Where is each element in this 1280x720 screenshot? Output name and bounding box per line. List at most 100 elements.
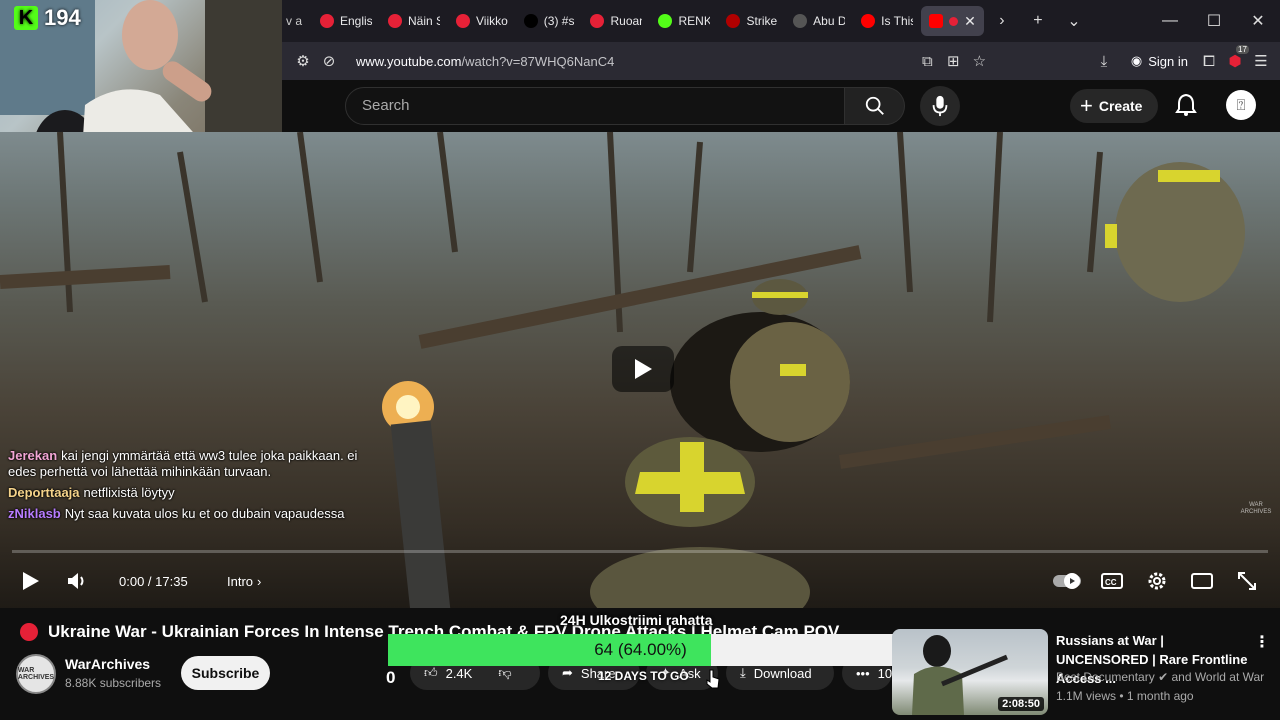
browser-tab[interactable]: Ruoan [582, 6, 650, 36]
browser-tab[interactable]: English [312, 6, 380, 36]
browser-tab-active[interactable]: ✕ [921, 6, 984, 36]
browser-tab[interactable]: Strike [718, 6, 785, 36]
chapter-label: Intro [227, 573, 254, 589]
tab-favicon-icon [590, 14, 605, 28]
voice-search-button[interactable] [920, 86, 960, 126]
browser-tab[interactable]: (3) #s [516, 6, 583, 36]
tab-partial[interactable]: v a [282, 6, 312, 36]
minimize-window-icon[interactable]: — [1148, 12, 1192, 30]
close-tab-icon[interactable]: ✕ [964, 13, 976, 30]
video-player[interactable]: WAR ARCHIVES 0:00 / 17:35 Intro › CC [0, 132, 1280, 608]
browser-tab[interactable]: Abu D [785, 6, 853, 36]
browser-tab[interactable]: Viikko [448, 6, 516, 36]
chat-username: zNiklasb [8, 506, 61, 521]
suggested-channel-extra: and World at War [1171, 670, 1265, 684]
chapter-button[interactable]: Intro › [227, 560, 261, 602]
svg-text:CC: CC [1105, 578, 1117, 587]
url-bar[interactable]: www.youtube.com/watch?v=87WHQ6NanC4 [356, 54, 614, 69]
picture-in-picture-icon[interactable]: ⧉ [914, 53, 940, 70]
kick-counter: K 194 [14, 5, 81, 31]
search-button[interactable] [845, 87, 905, 125]
subtitles-button[interactable]: CC [1101, 560, 1123, 602]
new-tab-icon[interactable]: + [1020, 12, 1056, 30]
tab-list-forward-icon[interactable]: › [984, 12, 1020, 30]
browser-tab[interactable]: Näin S [380, 6, 448, 36]
create-button[interactable]: + Create [1070, 89, 1159, 123]
search-input[interactable]: Search [345, 87, 845, 125]
maximize-window-icon[interactable]: ☐ [1192, 11, 1236, 31]
create-label: Create [1098, 98, 1143, 114]
play-button[interactable] [20, 560, 40, 602]
center-play-button[interactable] [612, 346, 674, 392]
plus-icon: + [1080, 93, 1093, 118]
video-progress-bar[interactable] [12, 550, 1268, 553]
suggested-video-thumbnail[interactable]: 2:08:50 [892, 629, 1048, 715]
signin-label: Sign in [1148, 53, 1188, 69]
site-permissions-icon[interactable]: ⚙ [290, 52, 316, 70]
chat-overlay: Jerekan kai jengi ymmärtää että ww3 tulee… [8, 448, 388, 527]
tab-title: RENK [678, 14, 711, 28]
chat-text: netflixistä löytyy [83, 485, 175, 500]
tab-title: Ruoan [610, 14, 643, 28]
share-icon: ➦ [562, 665, 573, 680]
gear-icon [1148, 572, 1166, 590]
menu-icon[interactable]: ☰ [1248, 52, 1274, 70]
user-avatar[interactable]: ⍰ [1226, 90, 1256, 120]
extensions-icon[interactable]: ⧠ [1196, 53, 1222, 70]
tab-favicon-icon [793, 14, 808, 28]
volume-icon [68, 573, 84, 589]
tab-favicon-icon [388, 14, 402, 28]
mouse-cursor-icon [706, 669, 720, 689]
chat-username: Jerekan [8, 448, 58, 463]
subscribe-button[interactable]: Subscribe [181, 656, 270, 690]
goal-days-left: 12 DAYS TO GO [598, 669, 689, 683]
goal-progress-text: 64 (64.00%) [594, 640, 687, 659]
theater-mode-icon [1191, 573, 1213, 589]
close-window-icon[interactable]: ✕ [1236, 11, 1280, 31]
downloads-icon[interactable]: ⤓ [1091, 53, 1117, 70]
bookmark-star-icon[interactable]: ☆ [966, 52, 992, 70]
chat-username: Deporttaaja [8, 485, 80, 500]
theater-mode-button[interactable] [1191, 560, 1213, 602]
suggested-duration: 2:08:50 [998, 697, 1044, 711]
download-icon: ⤓ [740, 665, 746, 680]
search-icon [865, 96, 884, 115]
autoplay-toggle[interactable] [1052, 560, 1082, 602]
browser-tab[interactable]: RENK [650, 6, 718, 36]
channel-name[interactable]: WarArchives [65, 656, 150, 672]
goal-counter: 0 [386, 668, 396, 687]
war-archives-watermark: WAR ARCHIVES [1240, 502, 1272, 515]
suggested-channel[interactable]: Best Documentary [1056, 670, 1155, 684]
fullscreen-button[interactable] [1237, 560, 1257, 602]
account-icon: ◉ [1130, 53, 1143, 68]
suggested-more-icon[interactable]: ⋮ [1254, 632, 1270, 652]
ublock-icon[interactable]: ⬢ 17 [1222, 45, 1249, 70]
chat-message: Deporttaaja netflixistä löytyy [8, 485, 388, 501]
settings-button[interactable] [1146, 560, 1168, 602]
tab-favicon-icon [523, 14, 538, 28]
play-icon [635, 359, 652, 379]
like-count: 2.4K [445, 665, 473, 681]
tab-title: Viikko [476, 14, 508, 28]
live-indicator-icon [20, 623, 38, 641]
kick-count: 194 [44, 5, 81, 30]
browser-tab[interactable]: Is This [853, 6, 921, 36]
tab-favicon-icon [726, 14, 741, 28]
tracking-off-icon[interactable]: ⊘ [316, 52, 342, 70]
volume-button[interactable] [66, 560, 88, 602]
notifications-bell-icon[interactable] [1175, 93, 1197, 117]
chevron-right-icon: › [257, 573, 262, 589]
tab-title: Strike [746, 14, 778, 28]
signin-button[interactable]: ◉ Sign in [1123, 49, 1196, 73]
goal-progress-bar: 64 (64.00%) [388, 634, 893, 666]
download-label: Download [753, 665, 812, 681]
browser-tab-bar: v a English Näin S Viikko (3) #s Ruoan RENK St… [282, 0, 1280, 42]
tab-favicon-icon [456, 14, 470, 28]
suggested-views: 1.1M views • 1 month ago [1056, 689, 1194, 703]
save-page-icon[interactable]: ⊞ [940, 52, 966, 70]
tab-title: Näin S [408, 14, 440, 28]
channel-avatar[interactable]: WAR ARCHIVES [16, 654, 56, 694]
tab-list-icon[interactable]: ⌄ [1056, 11, 1092, 31]
thumbs-up-icon: 👍︎ [424, 665, 438, 680]
chat-text: kai jengi ymmärtää että ww3 tulee joka p… [8, 448, 358, 479]
